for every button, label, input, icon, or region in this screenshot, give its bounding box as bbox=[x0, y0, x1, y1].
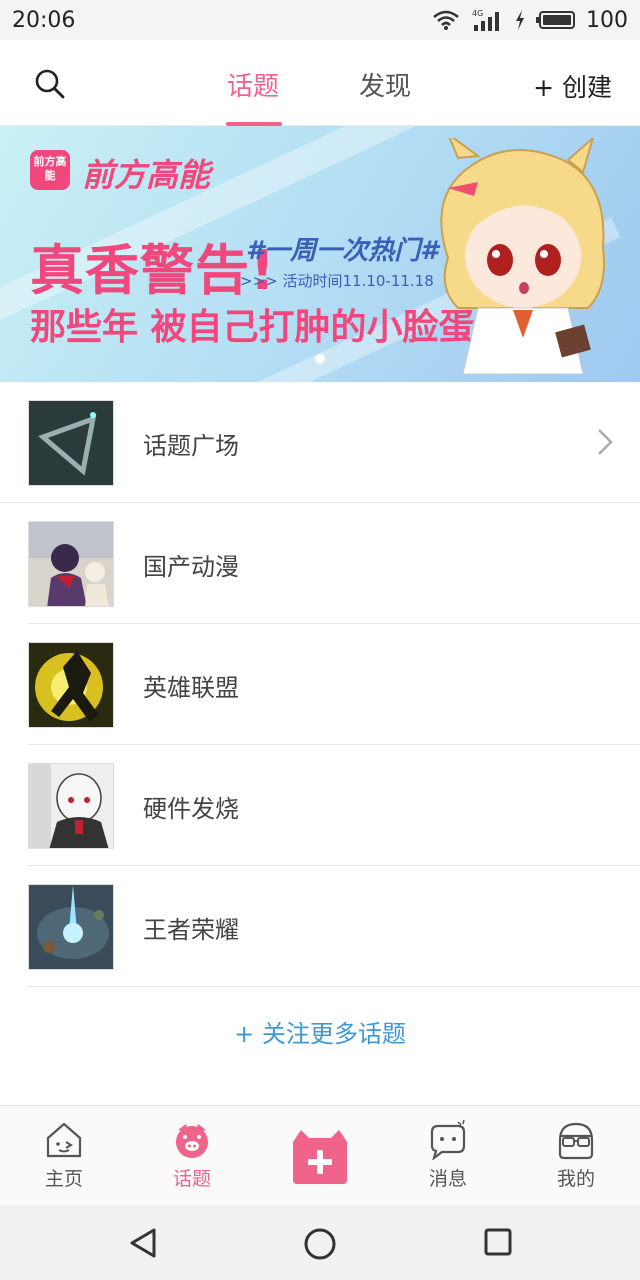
topic-row[interactable]: 国产动漫 bbox=[28, 503, 640, 624]
status-time: 20:06 bbox=[12, 7, 76, 33]
battery-level: 100 bbox=[586, 7, 628, 33]
topic-list: 话题广场 国产动漫 英雄联盟 硬件发烧 王者荣耀 bbox=[0, 382, 640, 987]
banner-hashtag: #一周一次热门# bbox=[246, 236, 439, 266]
banner-page-indicator bbox=[315, 354, 325, 364]
tab-label: 话题 bbox=[172, 1168, 211, 1190]
charging-icon bbox=[516, 10, 524, 30]
status-icons: 4G 100 bbox=[432, 8, 628, 33]
topic-name: 硬件发烧 bbox=[143, 795, 239, 823]
top-nav: 话题 发现 + 创建 bbox=[0, 40, 640, 126]
tab-label: 消息 bbox=[428, 1168, 467, 1190]
home-circle-icon[interactable] bbox=[303, 1227, 337, 1261]
promo-banner[interactable]: 前方高能 前方高能 真香警告! #一周一次热门# >>> 活动时间11.10-1… bbox=[0, 126, 640, 382]
topic-square-row[interactable]: 话题广场 bbox=[0, 382, 640, 503]
anime-character-illustration bbox=[440, 138, 605, 374]
topic-pig-icon bbox=[176, 1124, 208, 1158]
banner-subtitle: 那些年 被自己打肿的小脸蛋 bbox=[30, 307, 475, 348]
topic-thumbnail bbox=[28, 400, 114, 486]
status-bar: 20:06 4G 100 bbox=[0, 0, 640, 40]
banner-event-time: >>> 活动时间11.10-11.18 bbox=[240, 272, 434, 290]
topic-thumbnail bbox=[28, 521, 114, 607]
topic-name: 王者荣耀 bbox=[143, 916, 239, 944]
topic-name: 话题广场 bbox=[143, 432, 239, 460]
banner-title: 真香警告! bbox=[30, 239, 276, 302]
topic-row[interactable]: 硬件发烧 bbox=[28, 745, 640, 866]
create-button[interactable]: + 创建 bbox=[533, 68, 612, 104]
brand-logo: 前方高能 bbox=[30, 150, 70, 190]
signal-icon: 4G bbox=[472, 9, 499, 31]
tab-discover[interactable]: 发现 bbox=[359, 66, 411, 103]
back-icon[interactable] bbox=[128, 1227, 158, 1259]
tab-label: 主页 bbox=[44, 1168, 83, 1190]
battery-icon bbox=[536, 11, 575, 29]
add-post-icon[interactable] bbox=[289, 1128, 351, 1186]
message-icon bbox=[430, 1120, 466, 1160]
tab-label: 我的 bbox=[556, 1168, 595, 1190]
brand-name: 前方高能 bbox=[82, 156, 211, 194]
tab-home[interactable]: 主页 bbox=[24, 1120, 104, 1191]
svg-text:4G: 4G bbox=[472, 9, 483, 18]
tab-messages[interactable]: 消息 bbox=[408, 1120, 488, 1191]
topic-thumbnail bbox=[28, 884, 114, 970]
tab-profile[interactable]: 我的 bbox=[536, 1120, 616, 1191]
tab-topic[interactable]: 话题 bbox=[227, 66, 279, 103]
topic-name: 英雄联盟 bbox=[143, 674, 239, 702]
search-icon[interactable] bbox=[34, 68, 66, 100]
follow-more-topics-link[interactable]: + 关注更多话题 bbox=[0, 1014, 640, 1049]
topic-row[interactable]: 王者荣耀 bbox=[28, 866, 640, 987]
profile-glasses-icon bbox=[558, 1122, 594, 1160]
wifi-icon bbox=[433, 10, 459, 30]
topic-thumbnail bbox=[28, 642, 114, 728]
bottom-tab-bar: 主页 话题 消息 我的 bbox=[0, 1105, 640, 1205]
topic-row[interactable]: 英雄联盟 bbox=[28, 624, 640, 745]
topic-name: 国产动漫 bbox=[143, 553, 239, 581]
system-navigation-bar bbox=[0, 1205, 640, 1280]
home-icon bbox=[46, 1122, 82, 1158]
tab-topic-bottom[interactable]: 话题 bbox=[152, 1120, 232, 1191]
topic-thumbnail bbox=[28, 763, 114, 849]
recents-icon[interactable] bbox=[483, 1227, 513, 1257]
chevron-right-icon bbox=[598, 429, 613, 455]
